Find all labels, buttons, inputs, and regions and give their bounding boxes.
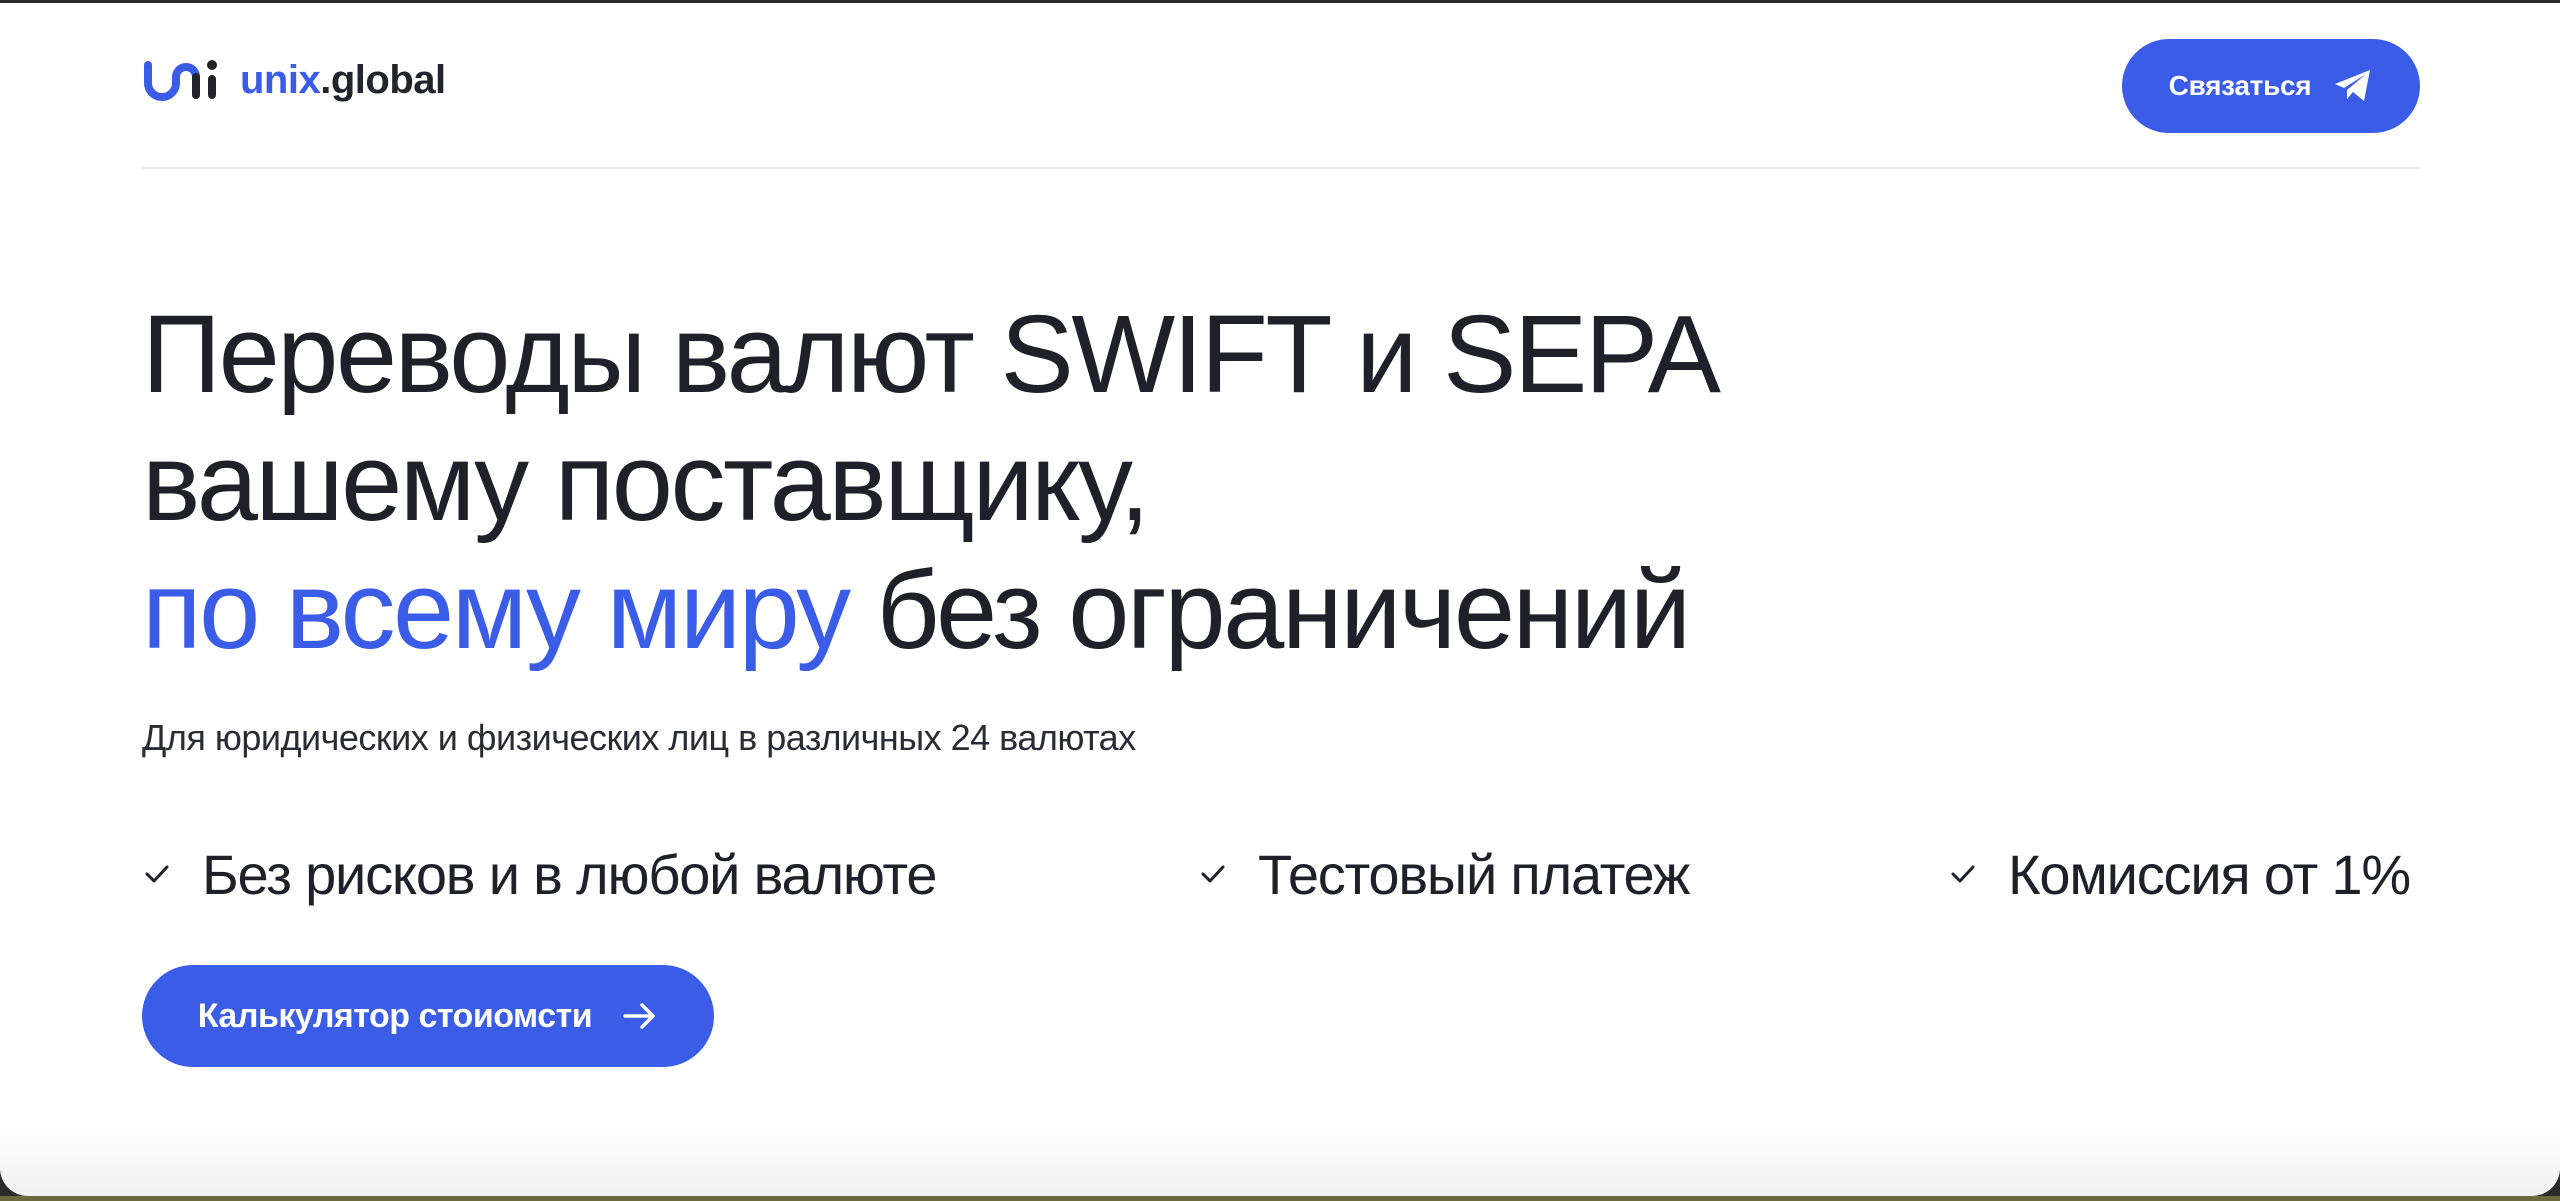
logo-text-rest: .global xyxy=(320,57,446,102)
headline-line-3-rest: без ограничений xyxy=(848,549,1692,672)
page: unix.global Связаться Переводы валют SWI… xyxy=(0,3,2560,1196)
page-bottom-shadow xyxy=(0,1126,2560,1196)
site-header: unix.global Связаться xyxy=(142,3,2420,169)
hero-section: Переводы валют SWIFT и SEPA вашему поста… xyxy=(142,291,2420,675)
arrow-right-icon xyxy=(623,1003,655,1029)
feature-item: Тестовый платеж xyxy=(1198,839,1690,909)
cost-calculator-button[interactable]: Калькулятор стоиомсти xyxy=(142,965,714,1067)
logo-text: unix.global xyxy=(240,58,446,103)
feature-label: Тестовый платеж xyxy=(1258,842,1690,906)
check-icon xyxy=(1201,865,1225,883)
cost-calculator-label: Калькулятор стоиомсти xyxy=(197,996,593,1035)
check-icon xyxy=(1951,865,1975,883)
telegram-send-icon xyxy=(2335,70,2371,101)
feature-label: Без рисков и в любой валюте xyxy=(202,842,937,906)
hero-subtitle: Для юридических и физических лиц в разли… xyxy=(142,717,1136,758)
headline-line-2: вашему поставщику, xyxy=(142,421,1150,544)
check-icon xyxy=(145,865,169,883)
headline-accent: по всему миру xyxy=(142,549,851,672)
contact-button[interactable]: Связаться xyxy=(2122,39,2420,133)
logo-mark-icon xyxy=(144,60,217,101)
headline-line-3: по всему миру без ограничений xyxy=(142,547,2420,675)
feature-item: Без рисков и в любой валюте xyxy=(142,839,937,909)
feature-list: Без рисков и в любой валюте Тестовый пла… xyxy=(142,839,2420,909)
logo[interactable]: unix.global xyxy=(142,55,446,105)
window-bottom-edge xyxy=(0,1196,2560,1201)
feature-label: Комиссия от 1% xyxy=(2008,842,2411,906)
headline-line-1: Переводы валют SWIFT и SEPA xyxy=(142,293,1721,416)
hero-headline: Переводы валют SWIFT и SEPA вашему поста… xyxy=(142,291,2420,675)
logo-text-accent: unix xyxy=(240,57,321,102)
contact-button-label: Связаться xyxy=(2168,70,2312,101)
feature-item: Комиссия от 1% xyxy=(1948,839,2411,909)
